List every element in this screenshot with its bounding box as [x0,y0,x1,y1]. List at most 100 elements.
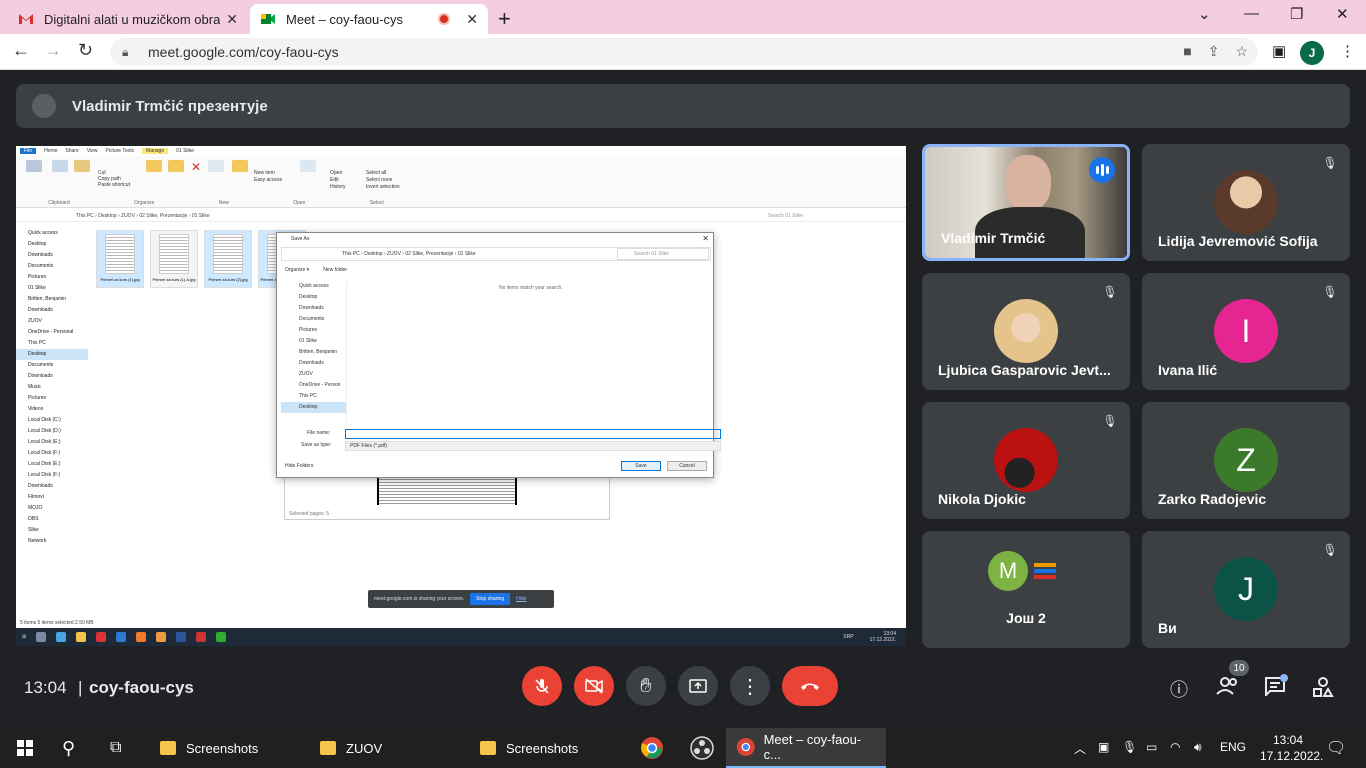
meeting-details-icon[interactable]: ⓘ [1170,676,1188,702]
nav-item: Music [28,384,42,390]
task-view-icon[interactable]: ⧉ [100,728,131,768]
participant-tile[interactable]: Z Zarko Radojevic [1142,402,1350,519]
chevron-up-icon[interactable]: ︿ [1074,740,1086,757]
taskbar-item[interactable]: ZUOV [310,728,392,768]
group-organize: Organize [134,200,155,206]
app-icon [36,632,47,642]
new-tab-button[interactable]: + [498,6,511,32]
copy-icon [52,160,68,172]
organize-menu: Organize ▾ [285,267,310,273]
participant-tile[interactable]: 🎙︎ Nikola Djokic [922,402,1130,519]
wifi-icon[interactable]: ◠ [1170,740,1180,754]
battery-icon[interactable]: ▭ [1146,740,1157,754]
recording-indicator-icon [438,13,451,25]
nav-item: Local Disk (F:) [28,450,61,456]
meet-controls: 13:04 | coy-faou-cys ✋︎ ⋮ ⓘ 10 [0,660,1366,728]
explorer-nav-pane: Quick access Desktop Downloads Documents… [16,228,88,618]
tab-gmail[interactable]: Digitalni alati u muzičkom obrazo ✕ [8,4,248,34]
inner-lang: SRP [843,634,854,640]
select-none-label: Select none [366,177,393,183]
obs-icon[interactable] [680,728,724,768]
app-icon [76,632,87,642]
presenter-avatar [32,94,56,118]
close-icon[interactable]: ✕ [466,11,478,28]
side-panel-icon[interactable]: ▣ [1272,42,1286,60]
select-all-label: Select all [366,170,387,176]
camera-toggle-button[interactable] [574,666,614,706]
nav-item: Downloads [28,373,53,379]
folder-icon [160,741,176,755]
windows-logo-icon [17,740,33,756]
windows-taskbar: ⚲ ⧉ Screenshots ZUOV Screenshots Meet – … [0,728,1366,768]
nav-item: Downloads [299,305,324,311]
presenting-banner: Vladimir Trmčić презентује [16,84,1350,128]
close-icon[interactable]: ✕ [226,11,238,28]
shared-screen[interactable]: File Home Share View Picture Tools Manag… [16,146,906,646]
system-clock[interactable]: 13:04 17.12.2022. [1260,732,1323,764]
taskbar-item[interactable]: Screenshots [470,728,588,768]
people-icon[interactable] [1216,676,1240,701]
file-item: Primeri za kurs (1).jpg [96,230,144,288]
profile-avatar[interactable]: J [1300,41,1324,65]
self-tile[interactable]: 🎙︎ J Ви [1142,531,1350,648]
speaking-indicator-icon [1089,157,1115,183]
taskbar-item[interactable]: Screenshots [150,728,268,768]
language-indicator[interactable]: ENG [1220,740,1246,754]
sharing-notice-bar: meet.google.com is sharing your screen. … [368,590,554,608]
search-icon[interactable]: ⚲ [52,728,85,768]
more-options-button[interactable]: ⋮ [730,666,770,706]
participant-tile[interactable]: Vladimir Trmčić [922,144,1130,261]
url-text: meet.google.com/coy-faou-cys [148,44,339,60]
more-participants-tile[interactable]: M Још 2 [922,531,1130,648]
ribbon-tab-view: View [86,148,98,154]
network-drive-icon[interactable]: ▣ [1098,740,1109,754]
nav-item: Downloads [28,307,53,313]
tab-search-icon[interactable]: ⌄ [1198,5,1211,23]
nav-item: Desktop [281,402,346,413]
edit-label: Edit [330,177,339,183]
menu-kebab-icon[interactable]: ⋮ [1340,42,1355,60]
share-icon[interactable]: ⇪ [1208,43,1220,60]
raise-hand-button[interactable]: ✋︎ [626,666,666,706]
camera-in-use-icon[interactable]: ■ [1183,43,1191,60]
nav-item: Britten, Benjamin [28,296,67,302]
app-icon [96,632,107,642]
nav-item: Quick access [299,283,329,289]
address-bar[interactable]: 🔒︎ meet.google.com/coy-faou-cys ■ ⇪ ☆ [110,38,1258,66]
microphone-icon[interactable]: 🎙︎ [1122,740,1137,754]
chrome-icon[interactable] [630,728,674,768]
forward-icon[interactable]: → [44,40,62,61]
participant-tile[interactable]: 🎙︎ I Ivana Ilić [1142,273,1350,390]
nav-item: Pictures [28,274,47,280]
bookmark-star-icon[interactable]: ☆ [1235,43,1248,60]
nav-item: Downloads [28,483,53,489]
notification-icon[interactable]: 🗨︎ [1326,738,1346,758]
reload-icon[interactable]: ↻ [78,40,93,61]
shared-taskbar: ⊞ SRP 13:04 17.12.2022. [16,628,906,646]
close-window-button[interactable]: ✕ [1336,5,1349,23]
camera-off-icon [585,678,603,694]
participant-tile[interactable]: 🎙︎ Ljubica Gasparovic Jevt... [922,273,1130,390]
minimize-button[interactable]: — [1244,5,1259,22]
mic-off-icon: 🎙︎ [1322,156,1338,170]
save-type-select: PDF Files (*.pdf) [345,441,721,451]
volume-icon[interactable]: 🔊︎ [1194,740,1202,755]
new-folder-label: New folder [323,267,348,273]
nav-item: Quick access [28,230,58,236]
ribbon-tab-home: Home [44,148,58,154]
back-icon[interactable]: ← [12,40,30,61]
restore-button[interactable]: ❐ [1290,5,1303,23]
mic-toggle-button[interactable] [522,666,562,706]
start-button[interactable] [6,728,44,768]
participant-tile[interactable]: 🎙︎ Lidija Jevremović Sofija [1142,144,1350,261]
tab-meet[interactable]: Meet – coy-faou-cys ✕ [250,4,488,34]
present-now-button[interactable] [678,666,718,706]
explorer-address-bar: This PC › Desktop › ZUOV › 02 Slike, Pre… [16,210,906,222]
activities-icon[interactable] [1312,676,1334,703]
mic-off-icon: 🎙︎ [1322,543,1338,557]
page-preview [377,477,517,505]
nav-item: Pictures [299,327,318,333]
leave-call-button[interactable] [782,666,838,706]
taskbar-item[interactable]: Meet – coy-faou-c... [726,728,886,768]
easy-access-label: Easy access [254,177,283,183]
